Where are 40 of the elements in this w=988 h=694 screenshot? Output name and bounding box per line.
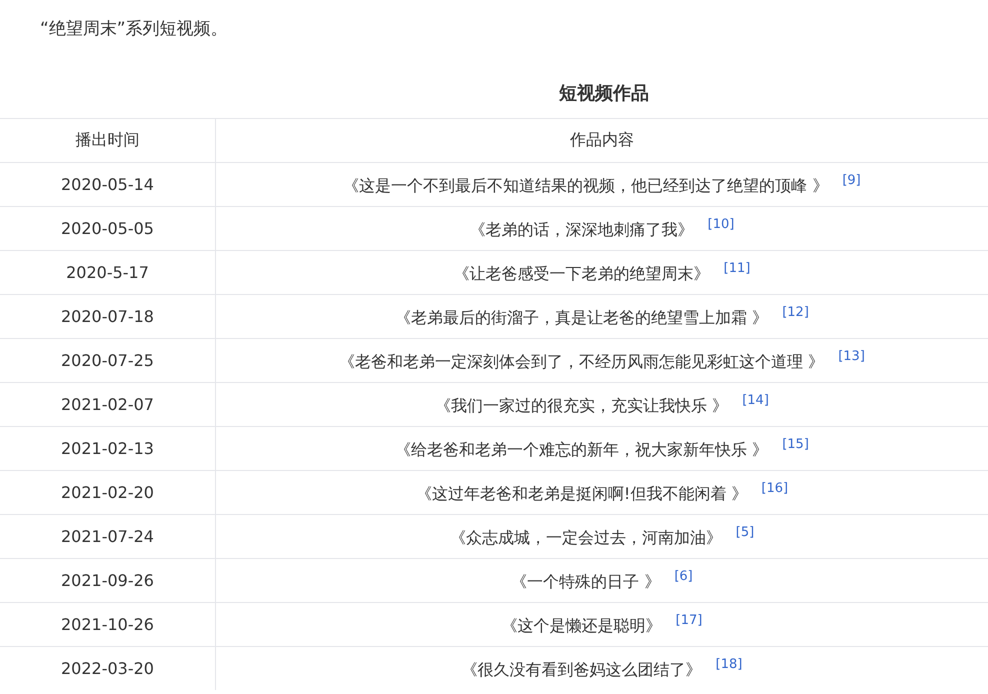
- date-text: 2021-02-13: [61, 439, 154, 458]
- reference-link[interactable]: [10]: [708, 216, 734, 232]
- table-caption: 短视频作品: [559, 82, 649, 104]
- video-title: 《这是一个不到最后不知道结果的视频，他已经到达了绝望的顶峰 》: [343, 176, 828, 196]
- reference-link[interactable]: [9]: [842, 172, 861, 188]
- date-text: 2020-05-14: [61, 175, 154, 194]
- reference-link[interactable]: [13]: [838, 348, 865, 364]
- date-text: 2021-07-24: [61, 527, 154, 546]
- video-title: 《这个是懒还是聪明》: [502, 616, 662, 636]
- date-text: 2020-5-17: [66, 263, 149, 282]
- column-header: 播出时间: [76, 130, 140, 151]
- reference-link[interactable]: [12]: [782, 304, 809, 320]
- video-title: 《老弟最后的街溜子，真是让老爸的绝望雪上加霜 》: [395, 308, 768, 328]
- date-text: 2021-02-20: [61, 483, 154, 502]
- date-text: 2021-10-26: [61, 615, 154, 634]
- video-title: 《老爸和老弟一定深刻体会到了，不经历风雨怎能见彩虹这个道理 》: [339, 352, 824, 372]
- date-text: 2020-07-18: [61, 307, 154, 326]
- column-header: 作品内容: [570, 130, 634, 151]
- reference-link[interactable]: [11]: [724, 260, 750, 276]
- reference-link[interactable]: [6]: [674, 568, 693, 584]
- reference-link[interactable]: [5]: [736, 524, 754, 540]
- date-text: 2022-03-20: [61, 659, 154, 678]
- video-title: 《一个特殊的日子 》: [511, 572, 660, 592]
- date-text: 2021-02-07: [61, 395, 154, 414]
- date-text: 2020-05-05: [61, 219, 154, 238]
- video-title: 《让老爸感受一下老弟的绝望周末》: [454, 264, 710, 284]
- date-text: 2021-09-26: [61, 571, 154, 590]
- video-title: 《老弟的话，深深地刺痛了我》: [470, 220, 694, 240]
- video-title: 《我们一家过的很充实，充实让我快乐 》: [435, 396, 728, 416]
- date-text: 2020-07-25: [61, 351, 154, 370]
- video-title: 《众志成城，一定会过去，河南加油》: [450, 528, 722, 548]
- video-title: 《这过年老爸和老弟是挺闲啊!但我不能闲着 》: [416, 484, 748, 504]
- reference-link[interactable]: [16]: [761, 480, 788, 496]
- video-title: 《很久没有看到爸妈这么团结了》: [462, 660, 702, 680]
- reference-link[interactable]: [18]: [716, 656, 742, 672]
- reference-link[interactable]: [15]: [782, 436, 809, 452]
- intro-text: “绝望周末”系列短视频。: [40, 18, 228, 41]
- video-title: 《给老爸和老弟一个难忘的新年，祝大家新年快乐 》: [395, 440, 768, 460]
- reference-link[interactable]: [14]: [742, 392, 769, 408]
- reference-link[interactable]: [17]: [676, 612, 702, 628]
